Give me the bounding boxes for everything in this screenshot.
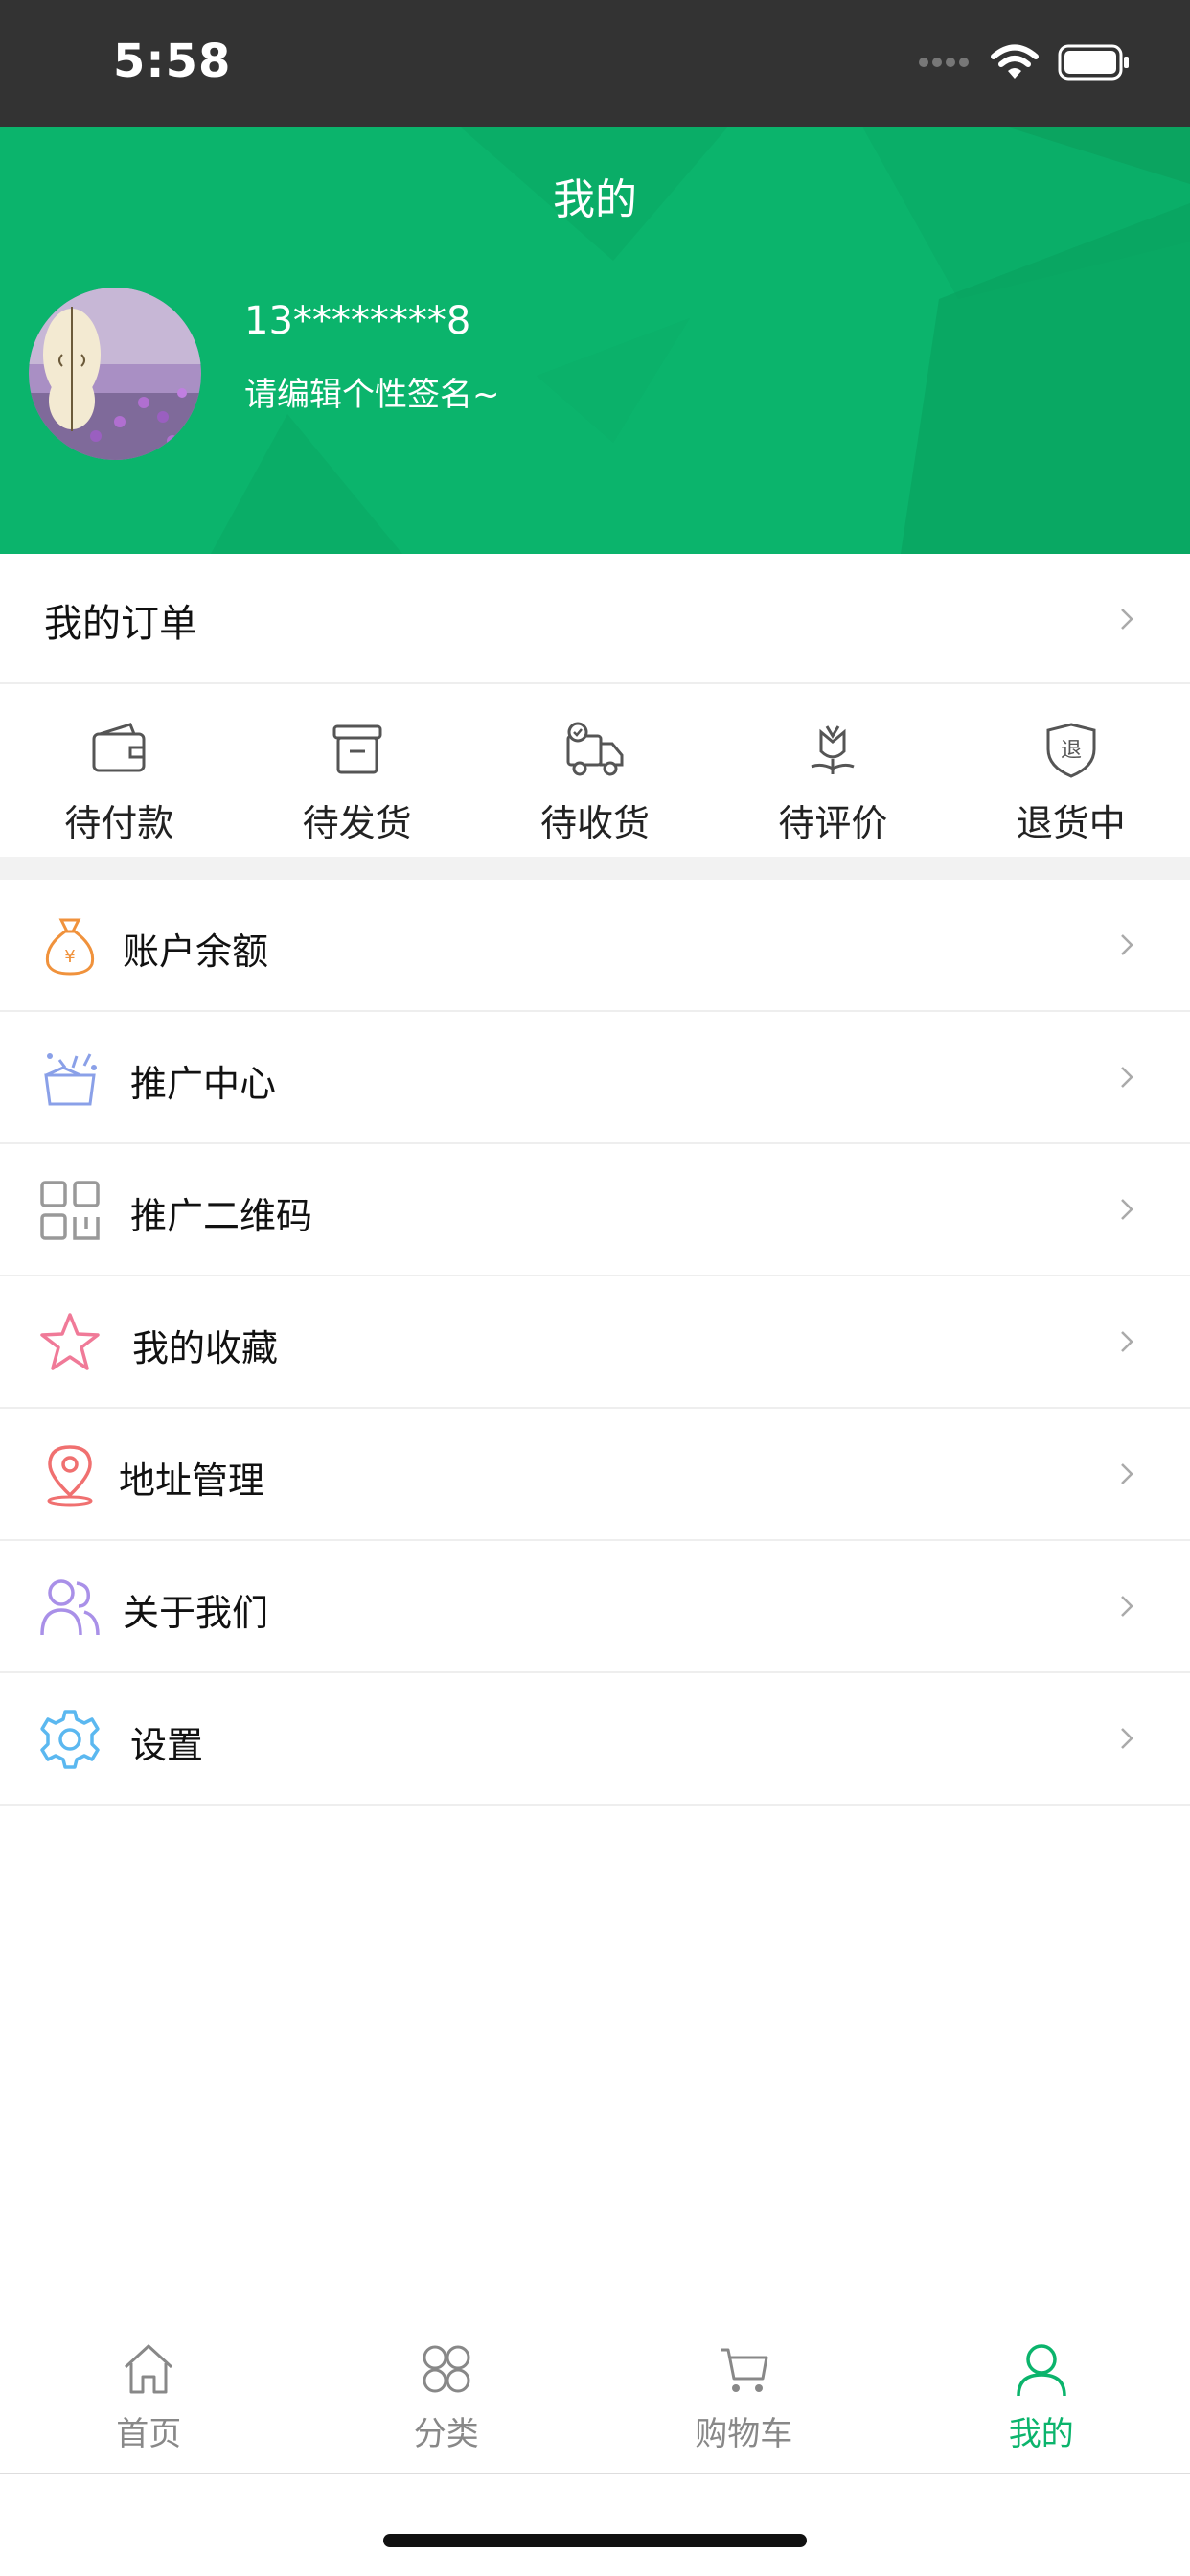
menu-item-promotion-qrcode[interactable]: 推广二维码 (0, 1144, 1190, 1276)
menu-list: ¥ 账户余额 推广中心 推广二维码 我的收藏 地址管理 关于我们 设置 (0, 880, 1190, 1806)
chevron-right-icon (1121, 1596, 1133, 1617)
menu-item-favorites[interactable]: 我的收藏 (0, 1276, 1190, 1409)
chevron-right-icon (1121, 1199, 1133, 1220)
tab-label: 分类 (413, 2415, 479, 2453)
status-label: 待收货 (539, 802, 650, 844)
status-bar: 5:58 (0, 0, 1190, 126)
menu-label: 账户余额 (123, 931, 269, 973)
menu-label: 推广二维码 (130, 1195, 313, 1237)
return-shield-icon: 退 (1046, 723, 1096, 778)
user-icon (1017, 2344, 1066, 2397)
my-orders-row[interactable]: 我的订单 (0, 554, 1190, 684)
status-label: 退货中 (1016, 802, 1126, 844)
wallet-icon (92, 723, 146, 772)
tab-label: 购物车 (695, 2415, 793, 2453)
chevron-right-icon (1121, 1463, 1133, 1484)
menu-item-promotion-center[interactable]: 推广中心 (0, 1012, 1190, 1144)
status-label: 待评价 (778, 802, 888, 844)
star-icon (40, 1313, 100, 1370)
home-icon (125, 2344, 173, 2394)
gear-icon (40, 1710, 100, 1769)
status-label: 待付款 (64, 802, 174, 844)
avatar[interactable] (29, 288, 201, 460)
menu-label: 地址管理 (119, 1460, 265, 1502)
menu-label: 关于我们 (123, 1592, 269, 1634)
order-status-bar: 待付款 待发货 待收货 待评价 退 退货中 (0, 684, 1190, 857)
order-status-pending-payment[interactable]: 待付款 (0, 684, 238, 857)
signal-icon (919, 58, 969, 67)
avatar-image (29, 288, 201, 460)
status-label: 待发货 (302, 802, 412, 844)
menu-item-about-us[interactable]: 关于我们 (0, 1541, 1190, 1673)
chevron-right-icon (1121, 1331, 1133, 1352)
qrcode-icon (40, 1181, 100, 1240)
svg-text:退: 退 (1061, 739, 1082, 763)
order-status-returning[interactable]: 退 退货中 (952, 684, 1190, 857)
tab-mine[interactable]: 我的 (893, 2310, 1190, 2472)
chevron-right-icon (1121, 934, 1133, 955)
chevron-right-icon (1121, 1067, 1133, 1088)
home-indicator[interactable] (383, 2534, 807, 2547)
menu-item-account-balance[interactable]: ¥ 账户余额 (0, 880, 1190, 1012)
flower-icon (811, 725, 855, 774)
status-time: 5:58 (113, 34, 232, 88)
category-icon (423, 2345, 470, 2393)
menu-label: 推广中心 (130, 1063, 277, 1105)
order-status-pending-receipt[interactable]: 待收货 (476, 684, 714, 857)
user-signature[interactable]: 请编辑个性签名~ (244, 368, 500, 415)
cart-icon (721, 2348, 768, 2392)
users-icon (40, 1579, 100, 1636)
box-icon (332, 724, 382, 774)
gift-box-icon (44, 1053, 97, 1106)
tab-category[interactable]: 分类 (298, 2310, 596, 2472)
truck-icon (566, 722, 624, 776)
order-status-pending-shipment[interactable]: 待发货 (238, 684, 475, 857)
svg-text:¥: ¥ (64, 947, 75, 967)
tab-home[interactable]: 首页 (0, 2310, 298, 2472)
menu-label: 我的收藏 (132, 1327, 279, 1369)
my-orders-title: 我的订单 (44, 602, 197, 646)
user-phone: 13********8 (244, 299, 471, 343)
chevron-right-icon (1121, 609, 1133, 630)
location-icon (47, 1445, 93, 1506)
page-title: 我的 (553, 175, 637, 224)
tab-label: 我的 (1008, 2415, 1074, 2453)
section-divider (0, 857, 1190, 880)
tab-cart[interactable]: 购物车 (595, 2310, 893, 2472)
tab-label: 首页 (116, 2415, 182, 2453)
order-status-pending-review[interactable]: 待评价 (714, 684, 951, 857)
tab-bar: 首页 分类 购物车 我的 (0, 2310, 1190, 2474)
chevron-right-icon (1121, 1728, 1133, 1749)
battery-icon (1058, 44, 1129, 80)
status-indicators (918, 44, 1131, 80)
wifi-icon (991, 44, 1039, 79)
menu-item-settings[interactable]: 设置 (0, 1673, 1190, 1806)
menu-label: 设置 (130, 1724, 204, 1766)
profile-header: 我的 13********8 请编辑个性签名~ (0, 126, 1190, 554)
money-bag-icon: ¥ (45, 918, 95, 976)
menu-item-address-management[interactable]: 地址管理 (0, 1409, 1190, 1541)
